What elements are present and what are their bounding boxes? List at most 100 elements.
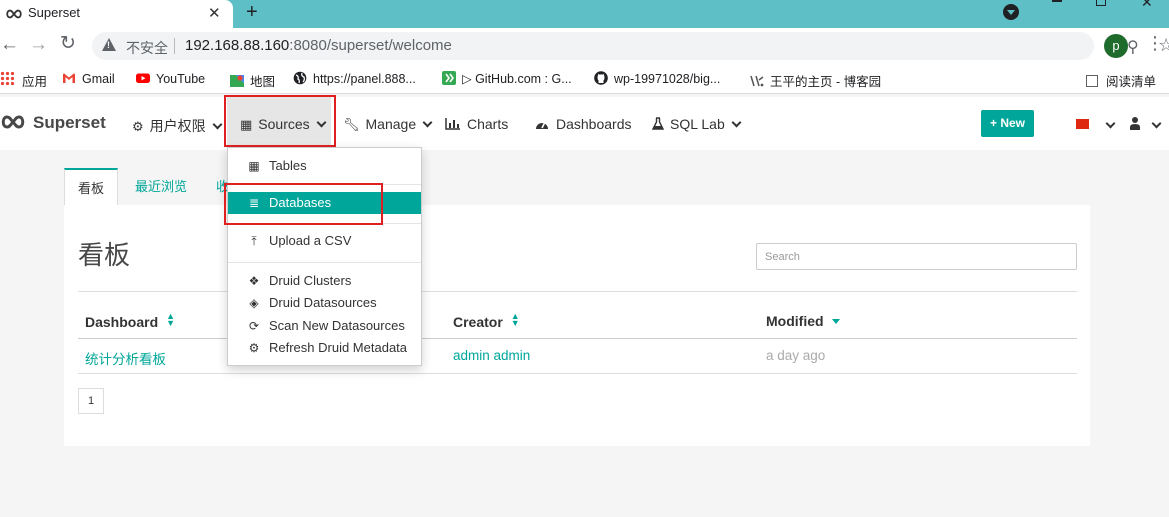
menu-divider (228, 223, 421, 224)
dashboard-link[interactable]: 统计分析看板 (85, 348, 166, 368)
bookmark-label: wp-19971028/big... (614, 72, 721, 86)
reading-list-label: 阅读清单 (1106, 75, 1157, 89)
menu-item-druid-datasources[interactable]: ◈ Druid Datasources (228, 293, 421, 313)
brand-name[interactable]: Superset (33, 113, 106, 133)
sort-icon: ▲ ▼ (166, 311, 176, 328)
sort-desc-icon (831, 319, 840, 324)
column-label: Creator (453, 314, 503, 330)
zoom-icon[interactable]: ⚲ (1127, 37, 1139, 57)
forward-arrow-icon[interactable]: → (29, 34, 48, 56)
bookmark-label: 王平的主页 - 博客园 (770, 75, 882, 89)
bookmark-github-repo[interactable]: wp-19971028/big... (594, 71, 720, 86)
bookmarks-bar: 应用 Gmail YouTube 地图 https://panel.888...… (0, 64, 1169, 94)
nav-label: Charts (467, 116, 509, 132)
new-tab-button[interactable]: + (246, 1, 258, 24)
bookmark-gmail[interactable]: Gmail (62, 71, 115, 86)
language-chevron-down-icon[interactable] (1105, 118, 1116, 129)
user-chevron-down-icon[interactable] (1151, 118, 1162, 129)
column-header-creator[interactable]: Creator ▲ ▼ (453, 312, 520, 331)
column-header-dashboard[interactable]: Dashboard ▲ ▼ (85, 311, 176, 331)
search-input[interactable] (756, 243, 1077, 270)
back-arrow-icon[interactable]: ← (0, 34, 19, 56)
url-host: 192.168.88.160 (185, 37, 290, 54)
globe-icon (293, 71, 307, 85)
bookmark-label: https://panel.888... (313, 72, 416, 86)
table-icon: ▦ (240, 117, 253, 132)
menu-item-upload-csv[interactable]: ⤒ Upload a CSV (228, 231, 421, 251)
browser-tab[interactable]: Superset ✕ (0, 0, 233, 28)
tab-search-icon[interactable] (1003, 4, 1019, 20)
superset-logo-icon[interactable] (0, 115, 26, 129)
menu-item-refresh-druid-metadata[interactable]: ⚙ Refresh Druid Metadata (228, 338, 421, 358)
bookmark-maps[interactable]: 地图 (230, 71, 275, 90)
database-icon: ≣ (248, 196, 260, 210)
sources-dropdown-menu: ▦ Tables ≣ Databases ⤒ Upload a CSV ❖ Druid … (227, 147, 422, 366)
flask-icon (651, 117, 665, 130)
reading-list[interactable]: 阅读清单 (1086, 71, 1156, 90)
modified-time: a day ago (766, 348, 826, 363)
tab-dashboards[interactable]: 看板 (64, 168, 118, 206)
nav-menu-user-permissions[interactable]: ⚙ 用户权限 (132, 116, 223, 136)
bookmark-label: 地图 (250, 75, 276, 89)
cnblogs-icon (750, 75, 764, 87)
nav-label: Manage (365, 116, 417, 132)
menu-item-label: Tables (269, 158, 307, 173)
profile-avatar[interactable]: p (1104, 34, 1128, 58)
menu-item-label: Druid Clusters (269, 273, 352, 288)
menu-item-label: Scan New Datasources (269, 318, 405, 333)
chevron-down-icon (316, 117, 327, 128)
insecure-label: 不安全 (126, 40, 168, 56)
dashboard-panel: 看板 Dashboard ▲▼ Creator ▲▼ Modified 统计分析看板… (64, 205, 1090, 446)
url-text[interactable]: 192.168.88.160:8080/superset/welcome (185, 37, 452, 54)
arrow-badge-icon (442, 71, 456, 85)
creator-link[interactable]: admin admin (453, 348, 530, 363)
menu-item-scan-new-datasources[interactable]: ⟳ Scan New Datasources (228, 316, 421, 336)
new-button[interactable]: + New (981, 110, 1034, 137)
menu-item-label: Druid Datasources (269, 295, 377, 310)
pagination-page-button[interactable]: 1 (78, 388, 104, 414)
column-label: Dashboard (85, 314, 159, 330)
nav-menu-sources[interactable]: ▦ Sources (240, 116, 327, 133)
bookmark-youtube[interactable]: YouTube (136, 71, 205, 86)
nav-label: Sources (258, 116, 310, 132)
maps-icon (230, 75, 244, 87)
browser-tab-strip: Superset ✕ + ✕ (0, 0, 1169, 28)
address-bar[interactable]: 不安全 192.168.88.160:8080/superset/welcome… (92, 32, 1169, 60)
apps-icon[interactable] (0, 71, 14, 85)
address-divider (174, 38, 175, 54)
chevron-down-icon (212, 119, 223, 130)
menu-item-druid-clusters[interactable]: ❖ Druid Clusters (228, 271, 421, 291)
wrench-icon: 🔧︎ (343, 117, 360, 132)
tab-close-icon[interactable]: ✕ (208, 4, 221, 22)
window-close-icon[interactable]: ✕ (1141, 0, 1153, 11)
kebab-menu-icon[interactable]: ⋮ (1146, 33, 1164, 54)
nav-menu-dashboards[interactable]: Dashboards (535, 116, 632, 132)
menu-item-databases[interactable]: ≣ Databases (228, 192, 421, 214)
reload-icon[interactable]: ↻ (60, 32, 76, 55)
bookmark-github-dotcom[interactable]: ▷ GitHub.com : G... (442, 71, 572, 86)
bookmark-cnblogs[interactable]: 王平的主页 - 博客园 (750, 71, 881, 90)
chevron-down-icon (422, 117, 433, 128)
china-flag-icon[interactable] (1076, 119, 1089, 129)
column-label: Modified (766, 313, 824, 329)
table-row-divider (78, 373, 1077, 374)
cubes-icon: ❖ (248, 274, 260, 288)
bookmark-panel[interactable]: https://panel.888... (293, 71, 416, 86)
nav-label: 用户权限 (149, 118, 206, 134)
column-header-modified[interactable]: Modified (766, 313, 840, 329)
browser-toolbar: ← → ↻ 不安全 192.168.88.160:8080/superset/w… (0, 28, 1169, 64)
tab-recently-viewed[interactable]: 最近浏览 (135, 168, 187, 206)
cogs-icon: ⚙ (132, 119, 144, 134)
nav-menu-charts[interactable]: Charts (445, 116, 508, 132)
bookmark-apps[interactable]: 应用 (22, 71, 47, 90)
chevron-down-icon (731, 117, 742, 128)
menu-item-tables[interactable]: ▦ Tables (228, 156, 421, 176)
nav-menu-sql-lab[interactable]: SQL Lab (651, 116, 742, 132)
refresh-icon: ⟳ (248, 319, 260, 333)
page-title: 看板 (78, 240, 131, 270)
window-minimize-icon[interactable] (1052, 0, 1062, 2)
nav-menu-manage[interactable]: 🔧︎ Manage (343, 116, 433, 133)
window-maximize-icon[interactable] (1096, 0, 1106, 6)
user-icon[interactable] (1130, 116, 1140, 130)
bookmark-label: Gmail (82, 72, 115, 86)
